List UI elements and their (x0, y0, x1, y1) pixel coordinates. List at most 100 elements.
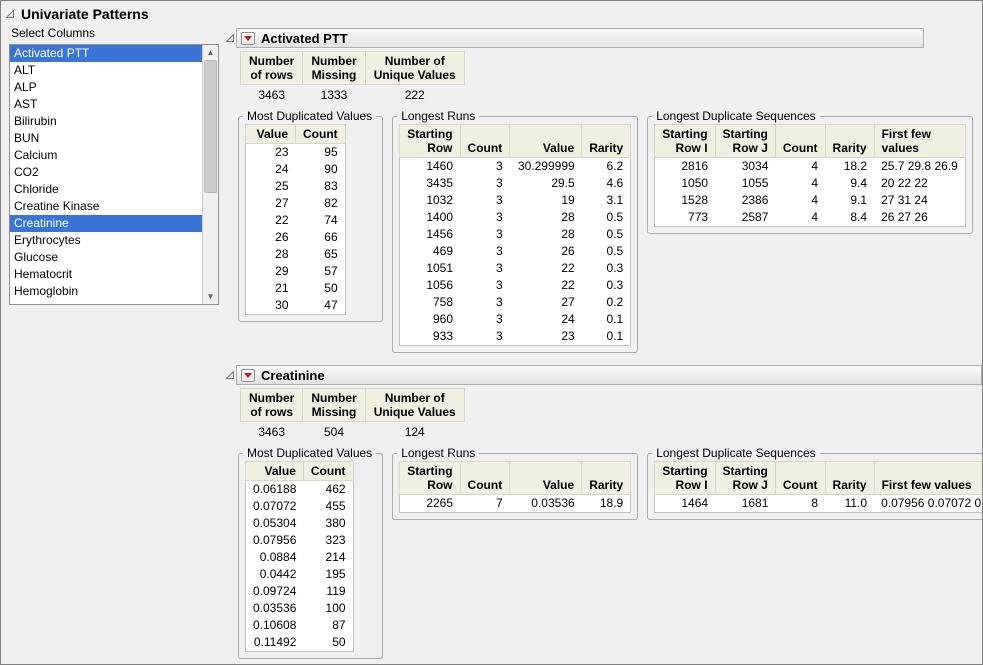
table-cell: 27 (246, 195, 296, 212)
column-list-item[interactable]: CO2 (10, 164, 202, 181)
column-header: Starting Row I (655, 462, 715, 495)
table-cell: 3 (460, 175, 510, 192)
table-cell: 18.2 (825, 158, 874, 176)
scrollbar-track[interactable] (203, 60, 218, 289)
table-cell: 0.0442 (246, 566, 304, 583)
table-row: 4693260.5 (400, 243, 631, 260)
scrollbar-thumb[interactable] (204, 60, 217, 193)
table-cell: 20 22 22 (874, 175, 965, 192)
table-cell: 0.03536 (246, 600, 304, 617)
table-row: 2782 (246, 195, 346, 212)
table-cell: 3 (460, 311, 510, 328)
report-title-row: Univariate Patterns (1, 1, 982, 25)
table-cell: 30.299999 (510, 158, 582, 176)
column-header: Rarity (825, 462, 874, 495)
column-header: Count (775, 125, 825, 158)
table-cell: 3463 (241, 422, 303, 443)
groupbox-title: Most Duplicated Values (243, 109, 376, 123)
column-list-item[interactable]: Creatinine (10, 215, 202, 232)
table-cell: 0.5 (582, 243, 631, 260)
column-header: Number of Unique Values (365, 389, 464, 422)
column-header: Starting Row (400, 125, 460, 158)
column-list-item[interactable]: BUN (10, 130, 202, 147)
table-cell: 29.5 (510, 175, 582, 192)
table-cell: 2587 (715, 209, 775, 227)
column-list-item[interactable]: Erythrocytes (10, 232, 202, 249)
table-cell: 1464 (655, 495, 715, 513)
column-list-item[interactable]: Calcium (10, 147, 202, 164)
data-table: Starting RowCountValueRarity1460330.2999… (399, 124, 631, 346)
column-list-item[interactable]: ALP (10, 79, 202, 96)
table-row: 0.03536100 (246, 600, 354, 617)
table-cell: 28 (510, 209, 582, 226)
column-header: Rarity (582, 125, 631, 158)
longest-duplicate-sequences-table: Starting Row IStarting Row JCountRarityF… (654, 461, 983, 513)
table-cell: 28 (246, 246, 296, 263)
disclosure-triangle-icon[interactable] (225, 33, 235, 43)
table-row: 2274 (246, 212, 346, 229)
table-cell: 0.2 (582, 294, 631, 311)
column-list-item[interactable]: ALT (10, 62, 202, 79)
panel-header-activated-ptt[interactable]: Activated PTT (236, 28, 924, 48)
column-header: Value (246, 462, 304, 481)
table-cell: 0.3 (582, 277, 631, 294)
column-list-item[interactable]: Activated PTT (10, 45, 202, 62)
table-cell: 26 27 26 (874, 209, 965, 227)
table-cell: 1400 (400, 209, 460, 226)
table-cell: 4.6 (582, 175, 631, 192)
table-row: 2865 (246, 246, 346, 263)
red-triangle-menu-button[interactable] (241, 32, 255, 45)
table-row: 2150 (246, 280, 346, 297)
outline-gutter (225, 28, 236, 353)
column-list-item[interactable]: Creatine Kinase (10, 198, 202, 215)
groupbox-title: Longest Duplicate Sequences (652, 446, 819, 460)
select-columns-label: Select Columns (11, 26, 225, 40)
column-list-item[interactable]: Chloride (10, 181, 202, 198)
table-cell: 3 (460, 209, 510, 226)
table-cell: 24 (510, 311, 582, 328)
table-row: 10323193.1 (400, 192, 631, 209)
univariate-patterns-window: Univariate Patterns Select Columns Activ… (0, 0, 983, 665)
table-cell: 462 (303, 481, 353, 499)
summary-table: Number of rowsNumber MissingNumber of Un… (240, 388, 982, 442)
data-table: Starting Row IStarting Row JCountRarityF… (654, 461, 983, 513)
listbox-scrollbar[interactable]: ▲ ▼ (202, 45, 218, 304)
column-header: Number of Unique Values (365, 52, 464, 85)
panel-header-creatinine[interactable]: Creatinine (236, 365, 982, 385)
table-row: 3047 (246, 297, 346, 315)
table-cell: 1055 (715, 175, 775, 192)
disclosure-triangle-icon[interactable] (5, 9, 15, 19)
table-cell: 23 (510, 328, 582, 346)
column-listbox[interactable]: Activated PTTALTALPASTBilirubinBUNCalciu… (9, 44, 219, 305)
column-header: Number Missing (303, 52, 365, 85)
table-cell: 50 (303, 634, 353, 652)
groupbox-longest-duplicate-sequences: Longest Duplicate Sequences Starting Row… (647, 109, 973, 234)
table-row: 1460330.2999996.2 (400, 158, 631, 176)
table-row: 3463504124 (241, 422, 465, 443)
column-list-item[interactable]: Hematocrit (10, 266, 202, 283)
table-cell: 0.07956 0.07072 0.06188 (874, 495, 983, 513)
table-cell: 0.07072 (246, 498, 304, 515)
table-cell: 0.03536 (510, 495, 582, 513)
table-cell: 1456 (400, 226, 460, 243)
table-cell: 30 (246, 297, 296, 315)
table-cell: 222 (365, 85, 464, 106)
table-row: 226570.0353618.9 (400, 495, 631, 513)
table-cell: 83 (296, 178, 346, 195)
table-cell: 1051 (400, 260, 460, 277)
table-cell: 100 (303, 600, 353, 617)
column-list-item[interactable]: Glucose (10, 249, 202, 266)
scroll-down-icon[interactable]: ▼ (203, 289, 218, 304)
scroll-up-icon[interactable]: ▲ (203, 45, 218, 60)
column-list-item[interactable]: Hemoglobin (10, 283, 202, 300)
red-triangle-menu-button[interactable] (241, 369, 255, 382)
disclosure-triangle-icon[interactable] (225, 370, 235, 380)
outline-activated-ptt: Activated PTT Number of rowsNumber Missi… (225, 28, 982, 353)
table-cell: 50 (296, 280, 346, 297)
column-list-item[interactable]: AST (10, 96, 202, 113)
table-cell: 82 (296, 195, 346, 212)
table-cell: 4 (775, 192, 825, 209)
table-cell: 0.11492 (246, 634, 304, 652)
column-list-item[interactable]: Bilirubin (10, 113, 202, 130)
table-cell: 8 (775, 495, 825, 513)
